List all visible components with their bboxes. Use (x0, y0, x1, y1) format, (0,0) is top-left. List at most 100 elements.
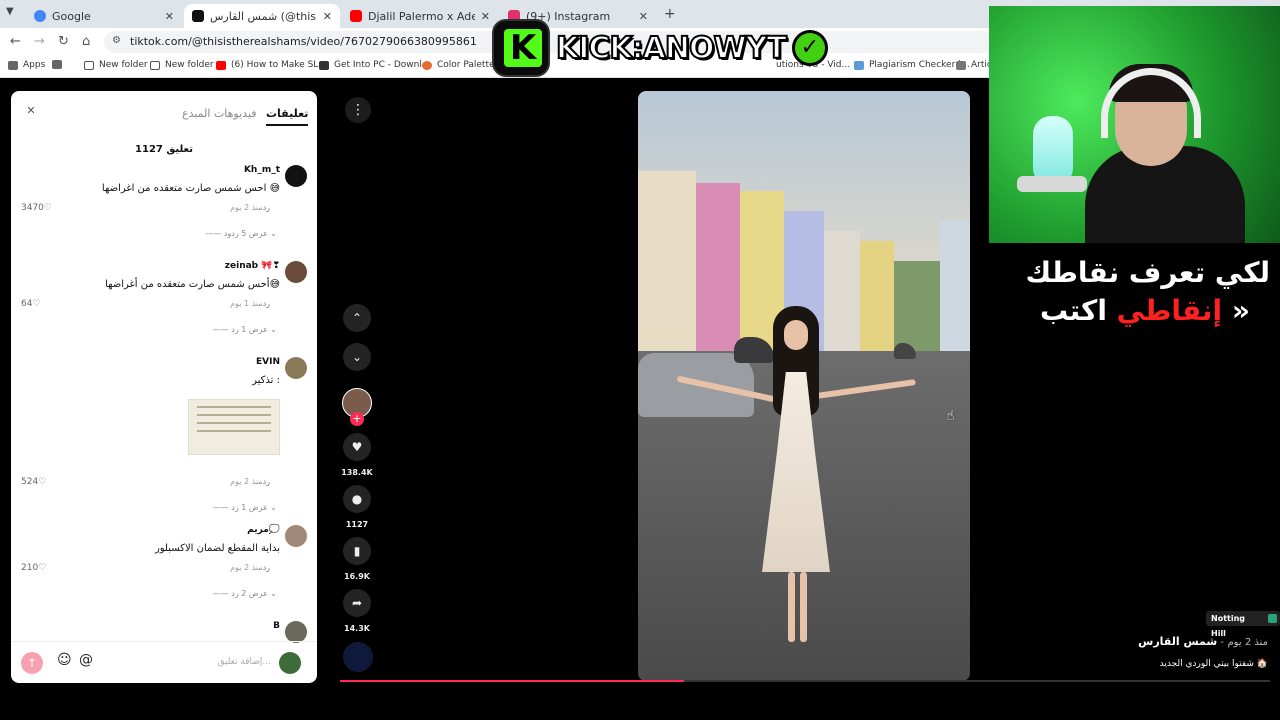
video-author[interactable]: شمس القارس (1138, 635, 1217, 648)
reply-button[interactable]: رد (263, 477, 270, 486)
comment-username[interactable]: مريم💭 (247, 525, 280, 535)
heart-outline-icon: ♡ (38, 477, 47, 487)
reply-button[interactable]: رد (263, 563, 270, 572)
close-tab-icon[interactable]: ✕ (481, 10, 490, 23)
browser-tab-tiktok[interactable]: شمس القارس (@thisistherealshams) ✕ (184, 4, 340, 28)
bookmark-folder-2[interactable]: New folder (150, 60, 214, 70)
more-options-icon[interactable]: ⋮ (345, 97, 371, 123)
comment-input[interactable]: إضافة تعليق... (217, 657, 271, 667)
tab-creator-videos[interactable]: فيديوهات المبدع (182, 107, 257, 120)
comment-likes[interactable]: 64♡ (21, 299, 41, 309)
comment-time: منذ 2 يوم (230, 563, 263, 572)
heart-outline-icon: ♡ (43, 203, 52, 213)
comment-text: أحس شمس صارت متعقده من أغراضها😅 (105, 279, 280, 290)
overlay-command: إنقاطي (1116, 294, 1223, 327)
mention-icon[interactable]: @ (79, 652, 93, 668)
folder-icon (150, 60, 160, 70)
getintopc-icon (319, 60, 329, 70)
comment-image[interactable] (188, 399, 280, 455)
location-tag[interactable]: Notting Hill (1206, 611, 1280, 638)
comment-username[interactable]: zeinab 🎀❣ (225, 261, 280, 271)
close-panel-icon[interactable]: ✕ (23, 103, 39, 119)
save-button[interactable]: ▮ (343, 537, 371, 565)
bookmark-folder-1[interactable]: New folder (84, 60, 148, 70)
tab-search-icon[interactable]: ▼ (6, 6, 14, 17)
video-progress-fill (340, 680, 685, 682)
comment-likes[interactable]: 524♡ (21, 477, 46, 487)
forward-arrow-icon[interactable]: → (34, 34, 45, 49)
next-video-button[interactable]: ⌄ (343, 343, 371, 371)
bookmark-getintopc[interactable]: Get Into PC - Downl... (319, 60, 430, 70)
grid-icon (52, 60, 62, 69)
view-replies-button[interactable]: —— عرض 1 رد ⌄ (213, 325, 277, 334)
browser-tab-youtube[interactable]: Djalil Palermo x Adel Catania x ✕ (342, 4, 498, 28)
bookmark-youtube[interactable]: (6) How to Make SL... (216, 60, 327, 70)
share-button[interactable]: ➦ (343, 589, 371, 617)
comment-username[interactable]: B (273, 621, 280, 631)
bookmark-grid[interactable] (52, 60, 67, 69)
youtube-icon (216, 60, 226, 70)
comment-bubble-icon: ● (351, 492, 363, 506)
video-time: منذ 2 يوم (1227, 637, 1268, 648)
heart-outline-icon: ♡ (32, 299, 41, 309)
music-disc-icon[interactable] (343, 642, 373, 672)
avatar[interactable] (285, 261, 307, 283)
house-facade (824, 231, 860, 361)
tab-comments[interactable]: تعليقات (266, 107, 309, 126)
comment-time: منذ 1 يوم (230, 299, 263, 308)
emoji-icon[interactable]: ☺ (57, 652, 72, 668)
comment-username[interactable]: EVIN (256, 357, 280, 367)
bookmark-apps[interactable]: Apps (8, 60, 45, 70)
avatar[interactable] (285, 357, 307, 379)
kick-handle: KICK:ANOWYT (555, 30, 788, 67)
view-replies-button[interactable]: —— عرض 5 ردود ⌄ (205, 229, 277, 238)
current-user-avatar (279, 652, 301, 674)
apps-grid-icon (8, 60, 18, 70)
like-button[interactable]: ♥ (343, 433, 371, 461)
streamer-webcam (989, 6, 1280, 243)
follow-plus-icon[interactable]: + (350, 412, 364, 426)
previous-video-button[interactable]: ⌃ (343, 304, 371, 332)
overlay-line-1: لكي تعرف نقاطك (1025, 256, 1270, 289)
comment-time: منذ 2 يوم (230, 203, 263, 212)
view-replies-button[interactable]: —— عرض 1 رد ⌄ (213, 503, 277, 512)
color-palette-icon (422, 60, 432, 70)
share-arrow-icon: ➦ (351, 596, 363, 610)
close-tab-icon[interactable]: ✕ (323, 10, 332, 23)
house-facade (940, 221, 970, 361)
youtube-favicon-icon (350, 10, 362, 22)
view-replies-button[interactable]: —— عرض 2 رد ⌄ (213, 589, 277, 598)
url-text: tiktok.com/@thisistherealshams/video/767… (130, 35, 477, 48)
bookmark-plagiarism[interactable]: Plagiarism Checker |... (854, 60, 970, 70)
comment-meta: ردمنذ 2 يوم (230, 477, 280, 486)
bookmark-article[interactable]: Artic (956, 60, 992, 70)
site-info-icon[interactable]: ⚙ (112, 35, 121, 46)
like-count: 138.4K (341, 468, 373, 477)
chevron-down-icon: ⌄ (270, 589, 277, 598)
comment-likes[interactable]: 210♡ (21, 563, 46, 573)
verified-check-icon: ✓ (791, 30, 828, 66)
chevron-down-icon: ⌄ (270, 503, 277, 512)
comments-button[interactable]: ● (343, 485, 371, 513)
send-comment-button[interactable]: ↑ (21, 652, 43, 674)
comments-panel: ✕ فيديوهات المبدع تعليقات 1127 تعليق Kh_… (11, 91, 317, 683)
mouse-cursor-icon: ☝ (946, 408, 955, 424)
reply-button[interactable]: رد (263, 299, 270, 308)
video-progress-bar[interactable] (340, 680, 1270, 682)
browser-tab-google[interactable]: Google ✕ (26, 4, 182, 28)
video-player[interactable] (638, 91, 970, 681)
microphone-stand (1017, 176, 1087, 192)
avatar[interactable] (285, 525, 307, 547)
heart-icon: ♥ (351, 440, 363, 454)
reload-icon[interactable]: ↻ (58, 34, 69, 49)
avatar[interactable] (285, 165, 307, 187)
comment-meta: ردمنذ 2 يوم (230, 203, 280, 212)
reply-button[interactable]: رد (263, 203, 270, 212)
close-tab-icon[interactable]: ✕ (165, 10, 174, 23)
avatar[interactable] (285, 621, 307, 643)
overlay-line-2: إنقاطي اكتب » (1040, 294, 1250, 327)
comment-username[interactable]: Kh_m_t (244, 165, 280, 175)
home-icon[interactable]: ⌂ (82, 34, 90, 49)
comment-likes[interactable]: 3470♡ (21, 203, 52, 213)
back-arrow-icon[interactable]: ← (10, 34, 21, 49)
